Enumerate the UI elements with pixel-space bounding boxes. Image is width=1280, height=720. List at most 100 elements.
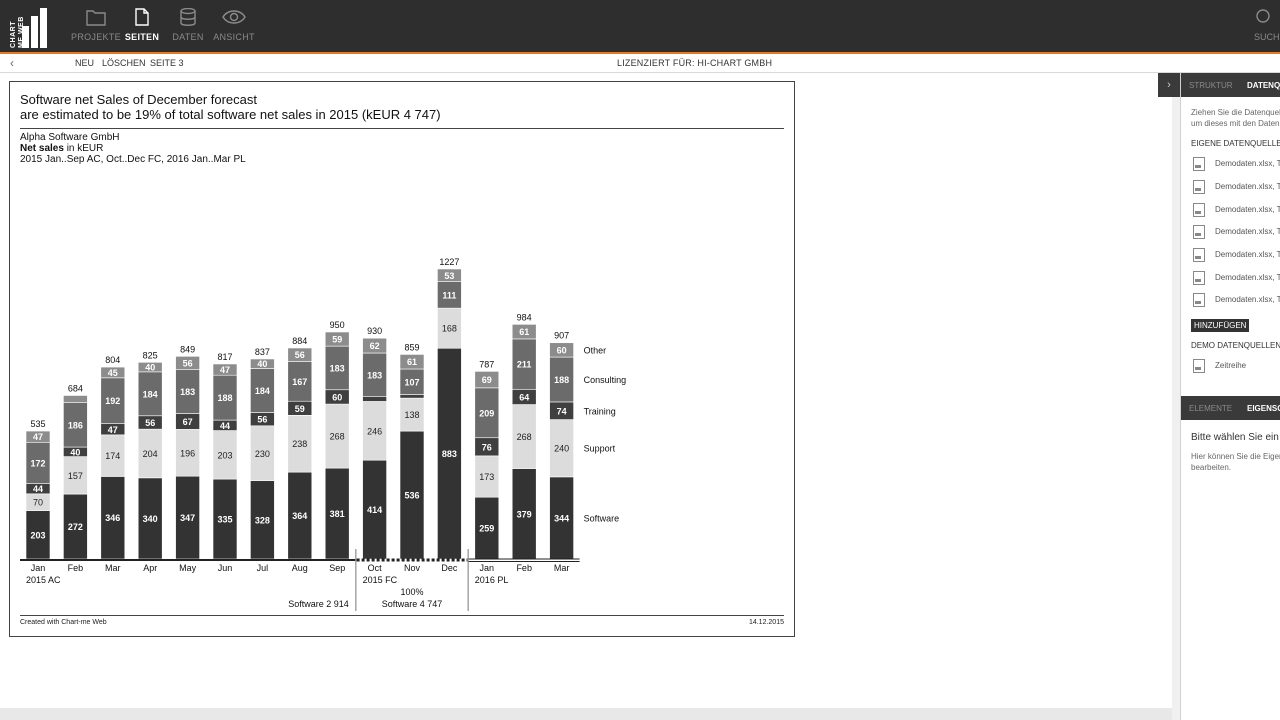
- xlsx-file-icon: [1193, 271, 1205, 285]
- data-label: 196: [180, 448, 195, 458]
- data-label: 62: [370, 341, 380, 351]
- canvas-scroll-strip: [0, 708, 1172, 720]
- data-source-label: Demodaten.xlsx, Tab: [1215, 205, 1280, 215]
- data-label: 183: [330, 363, 345, 373]
- total-label: 884: [292, 336, 307, 346]
- top-toolbar: CHART ME WEB PROJEKTE SEITEN DATEN ANSIC…: [0, 0, 1280, 52]
- new-page-button[interactable]: NEU: [75, 58, 94, 68]
- data-label: 203: [217, 450, 232, 460]
- search-icon: [1256, 9, 1270, 23]
- data-label: 188: [554, 375, 569, 385]
- x-tick-label: Apr: [143, 563, 157, 573]
- footer-divider: [20, 615, 784, 616]
- x-tick-label: Jun: [218, 563, 233, 573]
- x-tick-label: Feb: [516, 563, 532, 573]
- total-label: 1227: [439, 257, 459, 267]
- data-label: 209: [479, 408, 494, 418]
- x-tick-label: Jan: [31, 563, 46, 573]
- data-label: 184: [255, 386, 270, 396]
- data-label: 364: [292, 511, 307, 521]
- chart-annotation: Software 2 914: [288, 599, 349, 609]
- eye-icon: [222, 10, 246, 24]
- search-label: SUCHE: [1254, 32, 1280, 42]
- xlsx-file-icon: [1193, 157, 1205, 171]
- data-label: 59: [332, 335, 342, 345]
- data-label: 379: [517, 509, 532, 519]
- x-tick-label: Oct: [368, 563, 383, 573]
- data-label: 111: [442, 290, 456, 300]
- delete-page-button[interactable]: LÖSCHEN: [102, 58, 146, 68]
- data-label: 40: [70, 447, 80, 457]
- xlsx-file-icon: [1193, 248, 1205, 262]
- data-label: 414: [367, 505, 382, 515]
- page-name[interactable]: SEITE 3: [150, 58, 184, 68]
- nav-ansicht[interactable]: ANSICHT: [204, 8, 264, 42]
- data-label: 328: [255, 515, 270, 525]
- add-data-source-button[interactable]: HINZUFÜGEN: [1191, 319, 1250, 332]
- tab-datenquellen[interactable]: DATENQUELLEN: [1247, 81, 1280, 90]
- data-source-item[interactable]: Demodaten.xlsx, Tab: [1193, 293, 1280, 307]
- data-source-label: Demodaten.xlsx, Tab: [1215, 295, 1280, 305]
- bar-segment-training: [399, 394, 425, 399]
- x-tick-label: Nov: [404, 563, 421, 573]
- legend-label: Training: [584, 406, 616, 416]
- search-button[interactable]: SUCHE: [1254, 8, 1280, 42]
- own-sources-heading: EIGENE DATENQUELLEN: [1191, 139, 1280, 148]
- tab-elemente[interactable]: ELEMENTE: [1189, 404, 1232, 413]
- data-label: 211: [517, 360, 532, 370]
- data-source-label: Demodaten.xlsx, Tab: [1215, 159, 1280, 169]
- app-logo[interactable]: CHART ME WEB: [10, 8, 56, 48]
- tab-struktur[interactable]: STRUKTUR: [1189, 81, 1233, 90]
- database-icon: [180, 8, 196, 26]
- group-label: 2015 AC: [26, 575, 61, 585]
- data-source-item[interactable]: Demodaten.xlsx, Tab: [1193, 225, 1280, 239]
- xlsx-file-icon: [1193, 203, 1205, 217]
- data-label: 536: [404, 491, 419, 501]
- data-source-item[interactable]: Demodaten.xlsx, Tab: [1193, 180, 1280, 194]
- total-label: 825: [143, 350, 158, 360]
- nav-seiten-label: SEITEN: [124, 32, 160, 42]
- data-source-item[interactable]: Demodaten.xlsx, Tab: [1193, 157, 1280, 171]
- data-label: 192: [105, 396, 120, 406]
- panel-tabs-top: STRUKTUR DATENQUELLEN: [1181, 73, 1280, 97]
- data-label: 188: [217, 393, 232, 403]
- data-label: 184: [143, 389, 158, 399]
- stacked-bar-chart[interactable]: 203 70 44 172 47 535 Jan 272 157 40 186 684 Feb 346 17…: [10, 82, 794, 612]
- page-command-bar: ‹ NEU LÖSCHEN SEITE 3 LIZENZIERT FÜR: HI…: [0, 54, 1280, 73]
- tab-eigenschaften[interactable]: EIGENSCHAFTEN: [1247, 404, 1280, 413]
- total-label: 535: [30, 419, 45, 429]
- data-label: 61: [519, 327, 529, 337]
- data-label: 76: [482, 442, 492, 452]
- data-source-label: Demodaten.xlsx, Tab: [1215, 227, 1280, 237]
- demo-source-item[interactable]: Zeitreihe: [1193, 359, 1246, 373]
- data-label: 67: [183, 417, 193, 427]
- chevron-left-icon[interactable]: ‹: [10, 56, 14, 70]
- data-label: 268: [330, 432, 345, 442]
- data-source-item[interactable]: Demodaten.xlsx, Tab: [1193, 271, 1280, 285]
- nav-daten-label: DATEN: [172, 32, 204, 42]
- data-label: 246: [367, 426, 382, 436]
- panel-tabs-bottom: ELEMENTE EIGENSCHAFTEN: [1181, 396, 1280, 420]
- data-label: 381: [330, 509, 345, 519]
- data-label: 74: [557, 406, 567, 416]
- data-source-item[interactable]: Demodaten.xlsx, Tab: [1193, 248, 1280, 262]
- data-label: 45: [108, 368, 118, 378]
- data-label: 56: [257, 415, 267, 425]
- data-label: 47: [220, 365, 230, 375]
- data-label: 60: [557, 345, 567, 355]
- data-label: 240: [554, 444, 569, 454]
- hint-line2: um dieses mit den Daten: [1191, 119, 1280, 128]
- panel-collapse-button[interactable]: ›: [1158, 73, 1180, 97]
- properties-hint-line1: Hier können Sie die Eigens: [1191, 452, 1280, 461]
- data-label: 40: [257, 359, 267, 369]
- data-label: 203: [30, 530, 45, 540]
- xlsx-file-icon: [1193, 180, 1205, 194]
- demo-file-icon: [1193, 359, 1205, 373]
- data-label: 44: [33, 484, 43, 494]
- report-page[interactable]: Software net Sales of December forecast …: [9, 81, 795, 637]
- data-source-item[interactable]: Demodaten.xlsx, Tab: [1193, 203, 1280, 217]
- data-label: 44: [220, 421, 230, 431]
- data-label: 157: [68, 471, 83, 481]
- data-label: 53: [444, 271, 454, 281]
- total-label: 804: [105, 355, 120, 365]
